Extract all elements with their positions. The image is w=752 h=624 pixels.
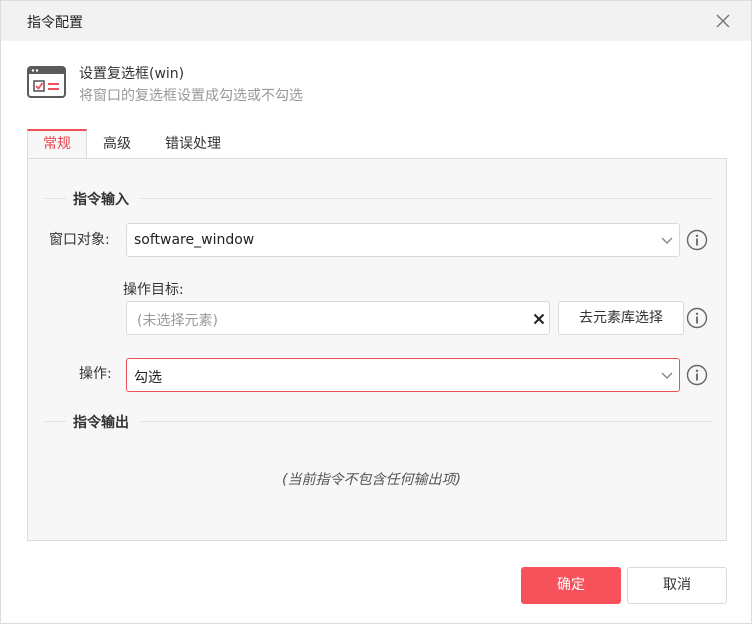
window-object-label: 窗口对象: [49, 232, 110, 248]
checkbox-window-icon [27, 65, 67, 99]
command-config-dialog: 指令配置 设置复选框(win) 将窗口的复选框设置成勾选或不勾选 常规 高级 错… [0, 0, 752, 624]
close-icon[interactable] [713, 11, 733, 31]
operation-target-placeholder: (未选择元素) [137, 313, 218, 329]
dialog-title: 指令配置 [27, 15, 83, 31]
operation-target-label: 操作目标: [123, 282, 184, 298]
tab-error-handling[interactable]: 错误处理 [153, 129, 233, 159]
info-icon[interactable] [686, 364, 708, 386]
section-divider [44, 198, 66, 199]
chevron-down-icon [660, 368, 674, 382]
input-section-title: 指令输入 [73, 192, 129, 208]
clear-icon[interactable] [532, 312, 546, 326]
tab-general[interactable]: 常规 [27, 129, 87, 159]
operation-target-field[interactable]: (未选择元素) [126, 301, 550, 335]
command-description: 将窗口的复选框设置成勾选或不勾选 [79, 88, 303, 104]
element-library-button[interactable]: 去元素库选择 [558, 301, 684, 335]
operation-select[interactable]: 勾选 [126, 358, 680, 392]
section-divider [140, 198, 712, 199]
operation-value: 勾选 [134, 370, 162, 386]
window-object-value: software_window [134, 232, 255, 248]
cancel-button[interactable]: 取消 [627, 567, 727, 604]
output-section-title: 指令输出 [73, 415, 129, 431]
section-divider [44, 421, 66, 422]
tab-panel-general: 指令输入 窗口对象: software_window 操作目标: (未选择元素) [27, 158, 727, 541]
tab-advanced[interactable]: 高级 [87, 129, 147, 159]
window-object-select[interactable]: software_window [126, 223, 680, 257]
command-name: 设置复选框(win) [79, 66, 185, 82]
info-icon[interactable] [686, 307, 708, 329]
no-output-text: (当前指令不包含任何输出项) [282, 472, 461, 488]
section-divider [140, 421, 712, 422]
confirm-button[interactable]: 确定 [521, 567, 621, 604]
operation-label: 操作: [79, 366, 112, 382]
dialog-titlebar: 指令配置 [1, 1, 751, 41]
chevron-down-icon [660, 233, 674, 247]
info-icon[interactable] [686, 229, 708, 251]
